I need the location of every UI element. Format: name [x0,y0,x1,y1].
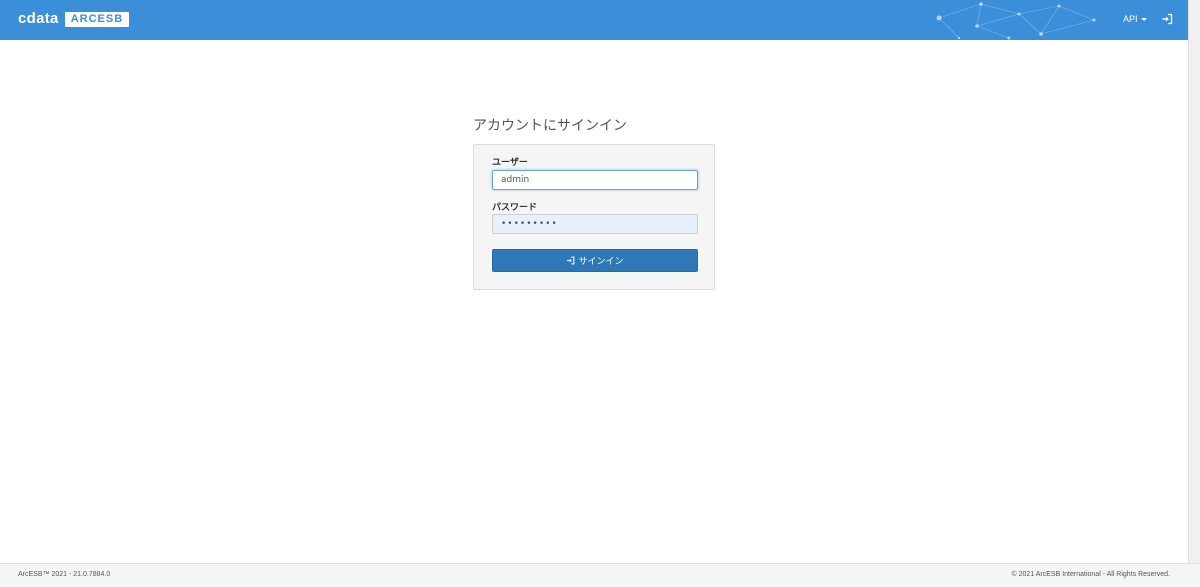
login-title: アカウントにサインイン [473,118,627,134]
password-label: パスワード [492,203,538,213]
api-menu-label: API [1123,14,1138,24]
signin-button[interactable]: サインイン [492,249,698,272]
sign-in-icon[interactable] [1161,13,1173,25]
brand-name: cdata [18,10,59,27]
vertical-scrollbar[interactable] [1188,0,1200,563]
username-input[interactable] [492,170,698,190]
sign-in-icon [567,256,575,265]
username-label: ユーザー [492,158,528,168]
top-navbar: cdata ARCESB API [0,0,1189,40]
footer: ArcESB™ 2021 - 21.0.7884.0 © 2021 ArcESB… [0,563,1200,587]
network-decoration [936,2,1096,40]
brand-logo[interactable]: cdata ARCESB [18,10,130,27]
api-menu[interactable]: API [1123,14,1147,24]
login-form: ユーザー パスワード サインイン [473,144,715,290]
login-page: cdata ARCESB API アカウントにサインイン ユーザー パスワード … [0,0,1200,587]
password-input[interactable] [492,214,698,234]
signin-button-label: サインイン [578,257,624,267]
caret-down-icon [1140,18,1147,22]
copyright-text: © 2021 ArcESB International - All Rights… [1011,571,1170,578]
version-text: ArcESB™ 2021 - 21.0.7884.0 [18,571,111,578]
product-badge: ARCESB [64,11,130,27]
